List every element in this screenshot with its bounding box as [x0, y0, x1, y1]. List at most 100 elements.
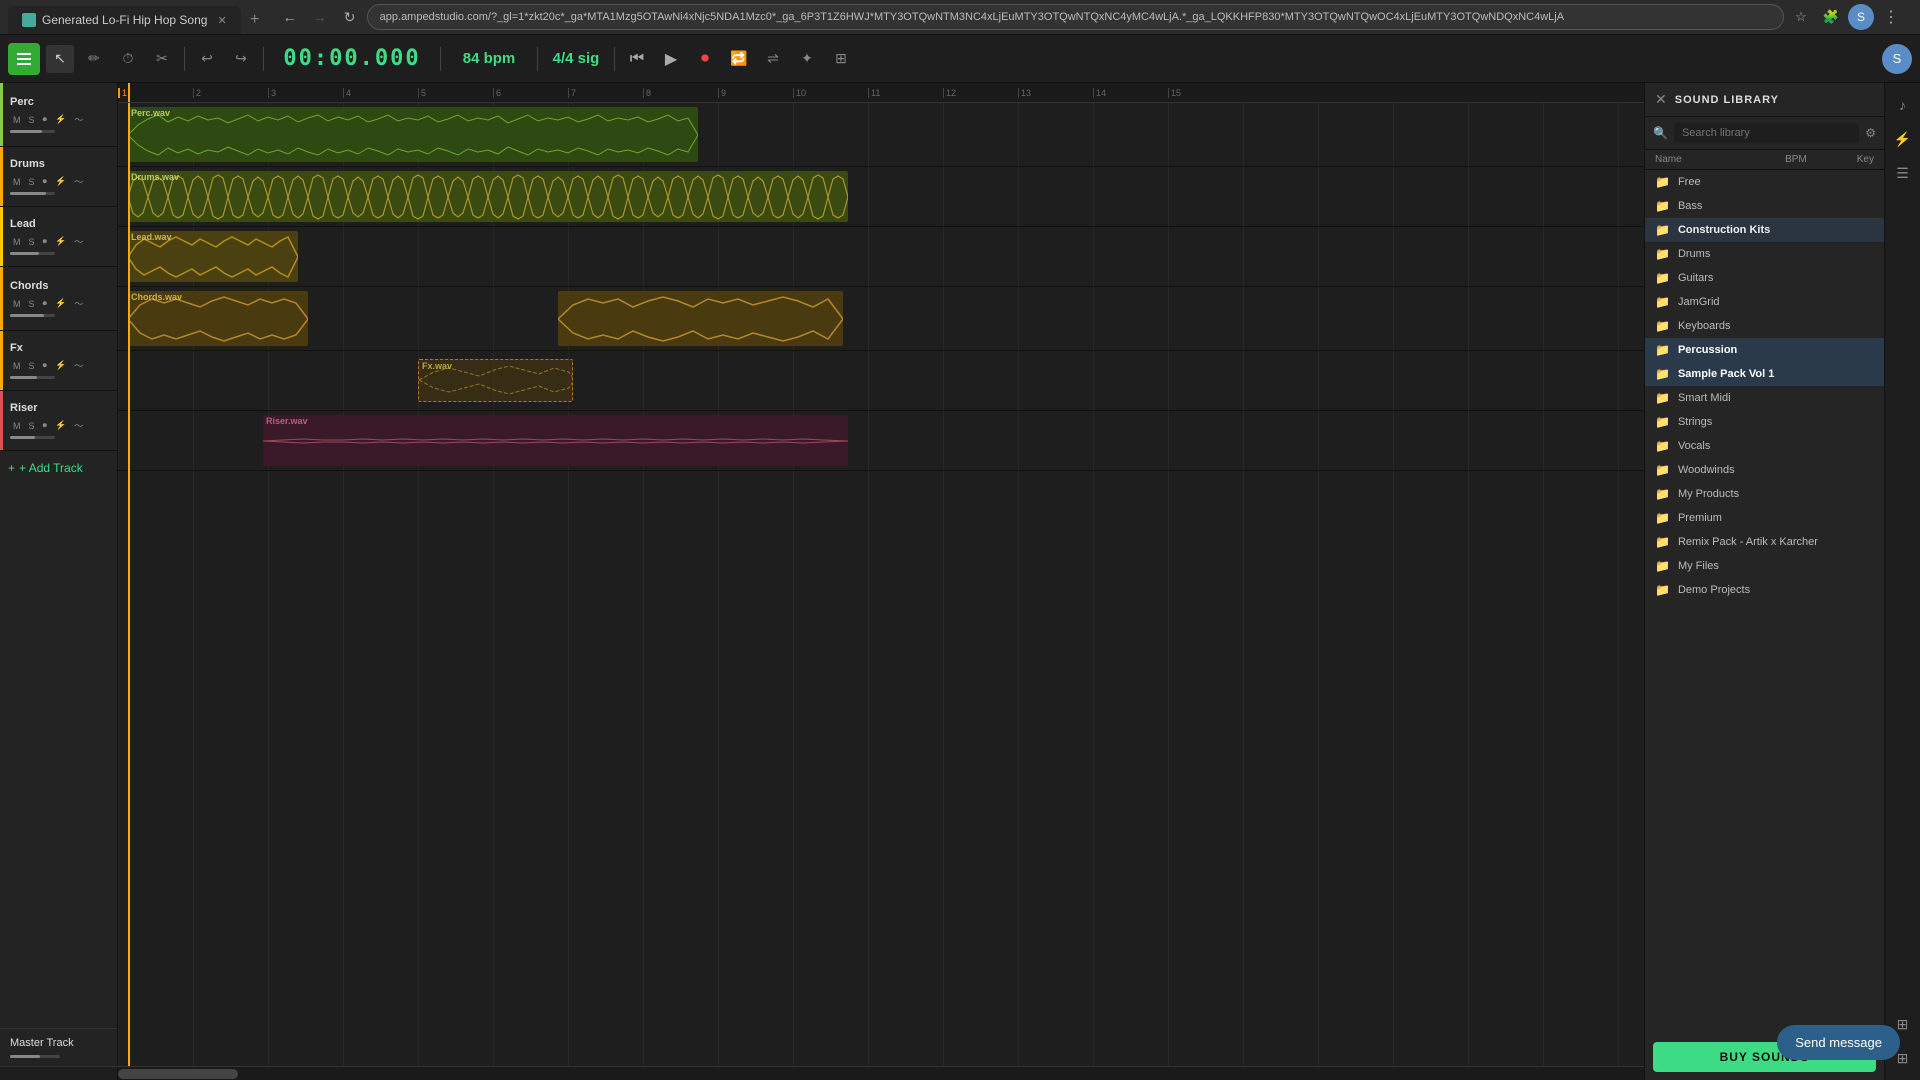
extensions-button[interactable]: 🧩 [1818, 4, 1844, 30]
track-volume-chords[interactable] [10, 314, 55, 317]
track-solo-fx[interactable]: S [26, 360, 38, 372]
library-item-keyboards[interactable]: 📁 Keyboards [1645, 314, 1884, 338]
track-expand-drums[interactable]: 〜 [71, 174, 86, 189]
bookmark-button[interactable]: ☆ [1788, 4, 1814, 30]
user-avatar[interactable]: S [1848, 4, 1874, 30]
track-lane-drums[interactable]: Drums.wav [118, 167, 1644, 227]
right-sidebar-btn-3[interactable]: ☰ [1889, 159, 1917, 187]
clip-riser-1[interactable]: Riser.wav [263, 415, 848, 466]
track-lane-fx[interactable]: Fx.wav [118, 351, 1644, 411]
track-arm-riser[interactable]: ⏺ [40, 419, 51, 432]
library-item-percussion[interactable]: 📁 Percussion [1645, 338, 1884, 362]
signature-display[interactable]: 4/4 sig [546, 50, 606, 67]
track-volume-perc[interactable] [10, 130, 55, 133]
track-expand-perc[interactable]: 〜 [71, 112, 86, 127]
back-button[interactable]: ← [277, 4, 303, 30]
user-avatar-toolbar[interactable]: S [1882, 44, 1912, 74]
new-tab-button[interactable]: + [241, 6, 269, 34]
track-mute-fx[interactable]: M [10, 360, 24, 372]
undo-button[interactable]: ↩ [193, 45, 221, 73]
track-lane-lead[interactable]: Lead.wav [118, 227, 1644, 287]
clip-drums-1[interactable]: Drums.wav [128, 171, 848, 222]
track-volume-fx[interactable] [10, 376, 55, 379]
track-arm-drums[interactable]: ⏺ [40, 175, 51, 188]
library-item-strings[interactable]: 📁 Strings [1645, 410, 1884, 434]
track-arm-fx[interactable]: ⏺ [40, 359, 51, 372]
library-item-my-files[interactable]: 📁 My Files [1645, 554, 1884, 578]
play-button[interactable]: ▶ [657, 45, 685, 73]
track-mute-drums[interactable]: M [10, 176, 24, 188]
h-scroll-thumb[interactable] [118, 1069, 238, 1079]
empty-track-area[interactable] [118, 471, 1644, 1066]
track-mute-chords[interactable]: M [10, 298, 24, 310]
library-item-remix-pack[interactable]: 📁 Remix Pack - Artik x Karcher [1645, 530, 1884, 554]
library-item-premium[interactable]: 📁 Premium [1645, 506, 1884, 530]
track-mute-lead[interactable]: M [10, 236, 24, 248]
track-lane-riser[interactable]: Riser.wav [118, 411, 1644, 471]
library-item-woodwinds[interactable]: 📁 Woodwinds [1645, 458, 1884, 482]
track-fx-chords[interactable]: ⚡ [52, 297, 69, 310]
forward-button[interactable]: → [307, 4, 333, 30]
hamburger-button[interactable] [8, 43, 40, 75]
right-sidebar-btn-2[interactable]: ⚡ [1889, 125, 1917, 153]
track-arm-lead[interactable]: ⏺ [40, 235, 51, 248]
mix-button[interactable]: ⇌ [759, 45, 787, 73]
browser-tab[interactable]: Generated Lo-Fi Hip Hop Song ✕ [8, 6, 241, 34]
pencil-tool-button[interactable]: ✏ [80, 45, 108, 73]
redo-button[interactable]: ↪ [227, 45, 255, 73]
clip-perc-1[interactable]: Perc.wav [128, 107, 698, 162]
track-arm-chords[interactable]: ⏺ [40, 297, 51, 310]
browser-menu-button[interactable]: ⋮ [1878, 4, 1904, 30]
clip-fx-1[interactable]: Fx.wav [418, 359, 573, 402]
library-item-construction[interactable]: 📁 Construction Kits [1645, 218, 1884, 242]
track-expand-lead[interactable]: 〜 [71, 234, 86, 249]
track-arm-perc[interactable]: ⏺ [40, 113, 51, 126]
track-solo-riser[interactable]: S [26, 420, 38, 432]
add-track-button[interactable]: + + Add Track [0, 451, 117, 485]
tab-close-icon[interactable]: ✕ [217, 14, 226, 27]
library-item-free[interactable]: 📁 Free [1645, 170, 1884, 194]
track-lane-chords[interactable]: Chords.wav [118, 287, 1644, 351]
library-item-guitars[interactable]: 📁 Guitars [1645, 266, 1884, 290]
clip-chords-2[interactable] [558, 291, 843, 346]
track-fx-lead[interactable]: ⚡ [52, 235, 69, 248]
rewind-button[interactable]: ⏮ [623, 45, 651, 73]
bpm-display[interactable]: 84 bpm [449, 50, 529, 67]
track-volume-riser[interactable] [10, 436, 55, 439]
library-item-smart-midi[interactable]: 📁 Smart Midi [1645, 386, 1884, 410]
send-message-button[interactable]: Send message [1777, 1025, 1900, 1060]
track-fx-drums[interactable]: ⚡ [52, 175, 69, 188]
track-solo-chords[interactable]: S [26, 298, 38, 310]
scissors-tool-button[interactable]: ✂ [148, 45, 176, 73]
track-volume-lead[interactable] [10, 252, 55, 255]
track-expand-fx[interactable]: 〜 [71, 358, 86, 373]
library-item-sample-pack[interactable]: 📁 Sample Pack Vol 1 [1645, 362, 1884, 386]
loop-button[interactable]: 🔁 [725, 45, 753, 73]
track-fx-fx[interactable]: ⚡ [52, 359, 69, 372]
library-item-bass[interactable]: 📁 Bass [1645, 194, 1884, 218]
track-mute-perc[interactable]: M [10, 114, 24, 126]
track-mute-riser[interactable]: M [10, 420, 24, 432]
library-item-vocals[interactable]: 📁 Vocals [1645, 434, 1884, 458]
bottom-scrollbar[interactable] [0, 1066, 1644, 1080]
track-expand-chords[interactable]: 〜 [71, 296, 86, 311]
track-solo-perc[interactable]: S [26, 114, 38, 126]
track-expand-riser[interactable]: 〜 [71, 418, 86, 433]
master-volume-slider[interactable] [10, 1055, 60, 1058]
library-item-jamgrid[interactable]: 📁 JamGrid [1645, 290, 1884, 314]
library-search-input[interactable] [1674, 123, 1859, 143]
track-solo-drums[interactable]: S [26, 176, 38, 188]
track-lane-perc[interactable]: Perc.wav [118, 103, 1644, 167]
record-button[interactable]: ⏺ [691, 45, 719, 73]
grid-button[interactable]: ⊞ [827, 45, 855, 73]
clip-lead-1[interactable]: Lead.wav [128, 231, 298, 282]
library-item-my-products[interactable]: 📁 My Products [1645, 482, 1884, 506]
clip-chords-1[interactable]: Chords.wav [128, 291, 308, 346]
address-bar[interactable]: app.ampedstudio.com/?_gl=1*zkt20c*_ga*MT… [367, 4, 1784, 30]
library-item-demo-projects[interactable]: 📁 Demo Projects [1645, 578, 1884, 602]
edit-button[interactable]: ✦ [793, 45, 821, 73]
library-item-drums[interactable]: 📁 Drums [1645, 242, 1884, 266]
track-fx-perc[interactable]: ⚡ [52, 113, 69, 126]
library-filter-icon[interactable]: ⚙ [1865, 126, 1876, 140]
library-close-icon[interactable]: ✕ [1655, 91, 1667, 108]
